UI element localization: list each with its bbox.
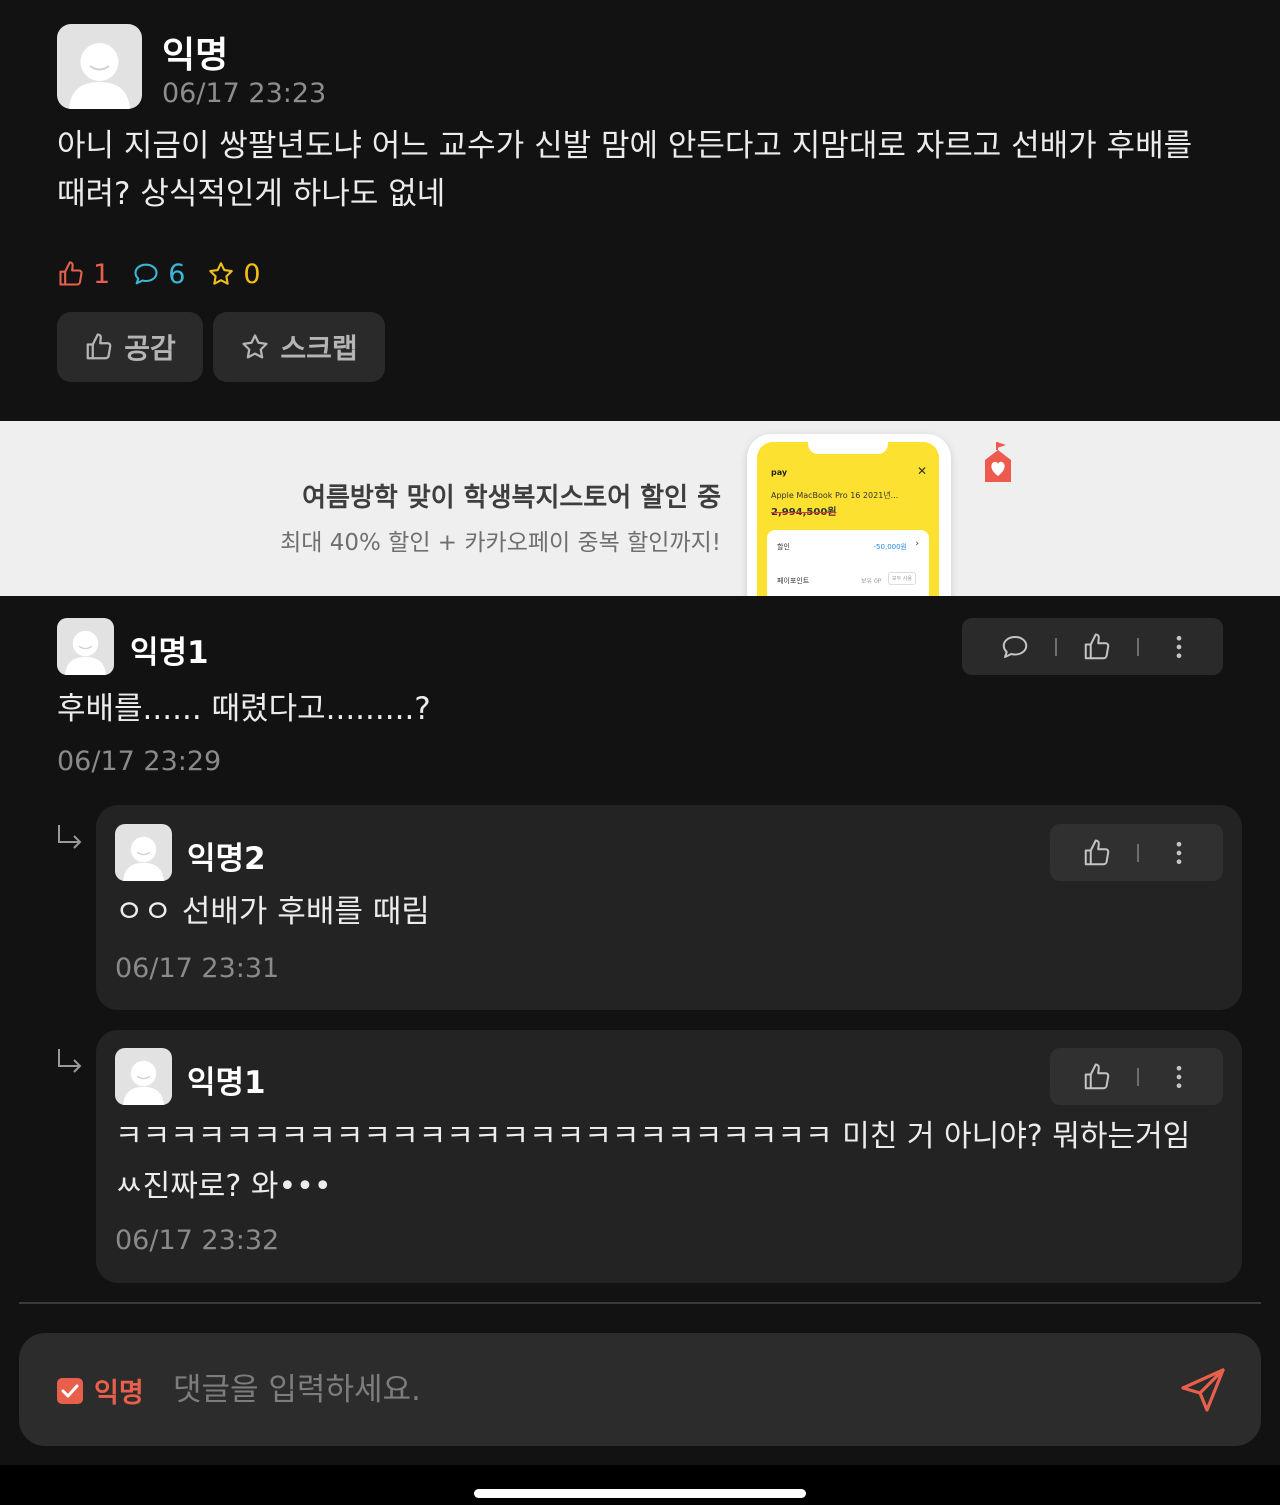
ad-phone-mockup: pay ✕ Apple MacBook Pro 16 2021년... 2,99… <box>747 434 951 596</box>
thumbs-up-icon <box>1084 633 1110 659</box>
more-vertical-icon <box>1176 635 1182 658</box>
reply-toolbar <box>1050 824 1223 881</box>
speech-bubble-icon <box>1002 635 1028 658</box>
reply-like-button[interactable] <box>1071 833 1123 873</box>
post-author-name: 익명 <box>162 35 229 76</box>
post-body: 아니 지금이 쌍팔년도냐 어느 교수가 신발 맘에 안든다고 지맘대로 자르고 … <box>57 128 1193 212</box>
comment-input[interactable] <box>171 1363 1135 1417</box>
ad-discount-label: 할인 <box>777 543 790 551</box>
scrap-count-value: 0 <box>243 258 261 290</box>
close-icon: ✕ <box>917 464 928 478</box>
input-divider <box>19 1302 1261 1304</box>
reply-text: ㅇㅇ 선배가 후배를 때림 <box>115 894 430 930</box>
comment-timestamp: 06/17 23:29 <box>57 746 222 777</box>
reply-text: ㅋㅋㅋㅋㅋㅋㅋㅋㅋㅋㅋㅋㅋㅋㅋㅋㅋㅋㅋㅋㅋㅋㅋㅋㅋㅋ 미친 거 아니야? 뭐하는… <box>115 1119 1191 1204</box>
store-heart-icon <box>985 442 1011 482</box>
star-icon <box>209 262 234 285</box>
more-vertical-icon <box>1176 841 1182 864</box>
reply-author-name: 익명2 <box>187 841 266 877</box>
toolbar-divider <box>1055 637 1057 656</box>
reply-timestamp: 06/17 23:31 <box>115 953 280 984</box>
like-count: 1 <box>57 259 110 290</box>
thumbs-up-icon <box>1084 839 1110 865</box>
comment-toolbar <box>962 618 1223 675</box>
ad-point-label: 페이포인트 <box>777 577 810 585</box>
more-options-button[interactable] <box>1153 833 1205 873</box>
like-button-label: 공감 <box>124 332 176 365</box>
like-count-value: 1 <box>93 258 111 290</box>
comment-count-value: 6 <box>168 258 186 290</box>
chevron-right-icon: › <box>915 539 919 549</box>
reply-card: 익명1 ㅋㅋㅋㅋㅋㅋㅋㅋㅋㅋㅋㅋㅋㅋㅋㅋㅋㅋㅋㅋㅋㅋㅋㅋㅋㅋ 미친 거 아니야?… <box>96 1030 1242 1283</box>
reply-like-button[interactable] <box>1071 1057 1123 1097</box>
ad-point-button: 모두 사용 <box>888 572 916 585</box>
ad-product-name: Apple MacBook Pro 16 2021년... <box>771 491 899 500</box>
comment-like-button[interactable] <box>1071 627 1123 667</box>
like-button[interactable]: 공감 <box>57 312 203 382</box>
reply-author-name: 익명1 <box>187 1065 266 1101</box>
thumbs-up-icon <box>86 333 112 360</box>
more-vertical-icon <box>1176 1065 1182 1088</box>
comment-input-bar: 익명 <box>19 1333 1261 1446</box>
ad-discount-value: -50,000원 <box>873 543 907 551</box>
reply-toolbar <box>1050 1048 1223 1105</box>
anonymous-label: 익명 <box>94 1378 144 1409</box>
ad-title: 여름방학 맞이 학생복지스토어 할인 중 <box>302 483 721 513</box>
post-stats: 1 6 0 <box>57 256 283 292</box>
reply-author-avatar <box>115 824 172 881</box>
comment-text: 후배를...... 때렸다고.........? <box>57 691 431 727</box>
post-timestamp: 06/17 23:23 <box>162 78 327 109</box>
reply-timestamp: 06/17 23:32 <box>115 1225 280 1256</box>
ad-phone-screen: pay ✕ Apple MacBook Pro 16 2021년... 2,99… <box>757 442 939 596</box>
reply-arrow-icon <box>58 1049 82 1073</box>
ad-phone-notch <box>808 442 888 454</box>
reply-button[interactable] <box>989 627 1041 667</box>
speech-bubble-icon <box>134 263 158 285</box>
home-indicator[interactable] <box>474 1489 806 1498</box>
scrap-count: 0 <box>207 258 261 290</box>
scrap-button[interactable]: 스크랩 <box>213 312 385 382</box>
star-icon <box>242 334 268 359</box>
reply-author-avatar <box>115 1048 172 1105</box>
comment-author-avatar <box>57 618 114 675</box>
ad-point-note: 보유 0P <box>861 578 882 585</box>
ad-product-price: 2,994,500원 <box>771 507 837 518</box>
checkbox-checked-icon <box>57 1377 83 1404</box>
reply-card: 익명2 ㅇㅇ 선배가 후배를 때림 06/17 23:31 <box>96 805 1242 1010</box>
more-options-button[interactable] <box>1153 627 1205 667</box>
reply-arrow-icon <box>58 825 82 849</box>
ad-banner[interactable]: 여름방학 맞이 학생복지스토어 할인 중 최대 40% 할인 + 카카오페이 중… <box>0 421 1280 596</box>
comment-author-name: 익명1 <box>130 635 209 671</box>
system-nav-bar <box>0 1465 1280 1505</box>
comment-count: 6 <box>132 259 185 290</box>
toolbar-divider <box>1137 637 1139 656</box>
thumbs-up-icon <box>59 261 83 286</box>
ad-phone-card: 할인 -50,000원 › 페이포인트 보유 0P 모두 사용 <box>767 530 929 596</box>
post-author-avatar <box>57 24 142 109</box>
ad-pay-logo: pay <box>771 468 788 477</box>
send-icon[interactable] <box>1179 1366 1227 1414</box>
toolbar-divider <box>1137 843 1139 862</box>
scrap-button-label: 스크랩 <box>280 332 358 365</box>
thumbs-up-icon <box>1084 1063 1110 1089</box>
anonymous-toggle[interactable]: 익명 <box>56 1371 144 1410</box>
ad-subtitle: 최대 40% 할인 + 카카오페이 중복 할인까지! <box>280 530 721 556</box>
more-options-button[interactable] <box>1153 1057 1205 1097</box>
toolbar-divider <box>1137 1067 1139 1086</box>
